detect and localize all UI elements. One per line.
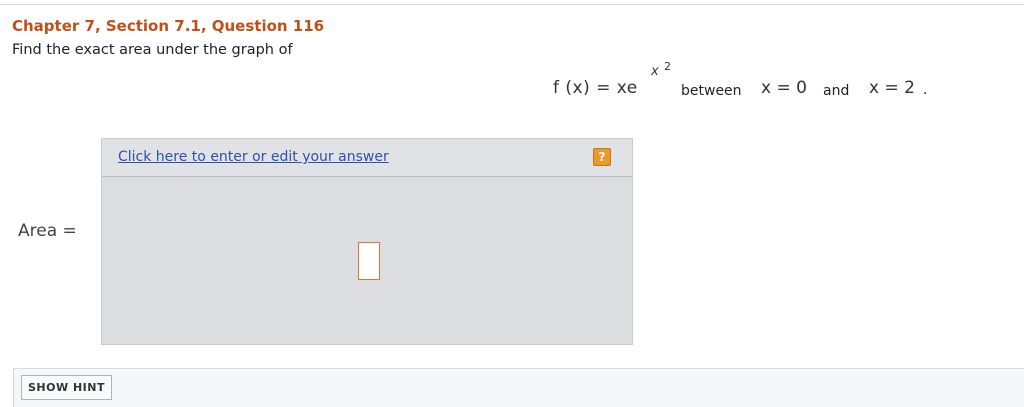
edit-answer-link[interactable]: Click here to enter or edit your answer xyxy=(118,149,389,165)
upper-bound: x = 2 xyxy=(869,78,915,98)
help-icon[interactable]: ? xyxy=(593,148,611,166)
top-divider xyxy=(0,4,1024,5)
between-text: between xyxy=(681,83,742,99)
question-title: Chapter 7, Section 7.1, Question 116 xyxy=(12,17,325,35)
lower-bound: x = 0 xyxy=(761,78,807,98)
exponent-power: 2 xyxy=(664,60,671,73)
answer-panel: Click here to enter or edit your answer … xyxy=(101,138,633,345)
question-page: Chapter 7, Section 7.1, Question 116 Fin… xyxy=(0,0,1024,407)
answer-input-box[interactable] xyxy=(358,242,380,280)
function-definition: f (x) = xe xyxy=(553,78,638,98)
sentence-period: . xyxy=(923,82,928,98)
exponent-base: x xyxy=(651,64,659,79)
question-prompt: Find the exact area under the graph of xyxy=(12,42,293,58)
answer-panel-header: Click here to enter or edit your answer … xyxy=(102,139,632,177)
area-label: Area = xyxy=(18,221,77,241)
show-hint-button[interactable]: SHOW HINT xyxy=(21,375,112,400)
footer-bar xyxy=(13,368,1024,407)
math-expression: f (x) = xe x 2 between x = 0 and x = 2 . xyxy=(553,60,953,102)
and-text: and xyxy=(823,83,850,99)
